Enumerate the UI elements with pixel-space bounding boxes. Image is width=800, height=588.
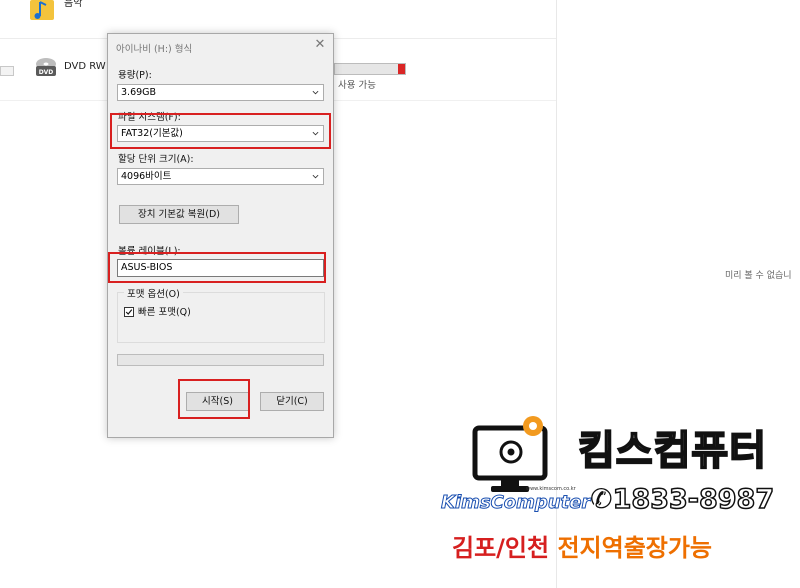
company-site: www.kimscom.co.kr [526,486,576,492]
phone-number: 1833-8987 [612,483,775,516]
service-area-orange: 전지역출장가능 [557,534,713,562]
chevron-down-icon [312,174,319,179]
company-brand: KimsComputer [440,492,591,514]
format-options-legend: 포맷 옵션(O) [124,286,183,300]
close-icon[interactable]: ✕ [313,38,327,52]
format-dialog: 아이나비 (H:) 형식 ✕ 용량(P): 3.69GB 파일 시스템(F): … [107,33,334,438]
drive-usage-fill [398,64,405,74]
dvd-icon-text: DVD [39,69,54,76]
allocation-label: 할당 단위 크기(A): [118,154,194,165]
row-checkbox[interactable] [0,66,14,76]
company-phone: ✆1833-8987 [590,483,775,516]
music-folder-label[interactable]: 음악 [64,0,82,9]
allocation-value: 4096바이트 [121,171,172,182]
format-options-group: 포맷 옵션(O) 빠른 포맷(Q) [117,286,325,343]
allocation-select[interactable]: 4096바이트 [117,168,324,185]
service-area: 김포/인천 전지역출장가능 [452,528,712,563]
capacity-select[interactable]: 3.69GB [117,84,324,101]
dialog-title: 아이나비 (H:) 형식 [116,44,193,55]
phone-icon: ✆ [590,484,613,515]
drive-usage-bar [334,63,406,75]
capacity-value: 3.69GB [121,87,157,98]
volume-label-highlight [108,252,326,283]
close-button[interactable]: 닫기(C) [260,392,324,411]
music-folder-icon[interactable] [28,0,58,22]
preview-unavailable-text: 미리 볼 수 없습니 [725,271,792,281]
filesystem-highlight [110,113,331,149]
quick-format-checkbox[interactable] [124,307,134,317]
start-button-highlight [178,379,250,419]
chevron-down-icon [312,90,319,95]
check-icon [125,309,133,315]
company-name: 킴스컴퓨터 [577,427,767,475]
dvd-drive-icon[interactable]: DVD [32,54,60,84]
drive-free-text: 사용 가능 [338,80,376,91]
format-progress-bar [117,354,324,366]
restore-defaults-button[interactable]: 장치 기본값 복원(D) [119,205,239,224]
capacity-label: 용량(P): [118,70,152,81]
service-area-red: 김포/인천 [452,534,550,562]
quick-format-label[interactable]: 빠른 포맷(Q) [138,304,191,318]
